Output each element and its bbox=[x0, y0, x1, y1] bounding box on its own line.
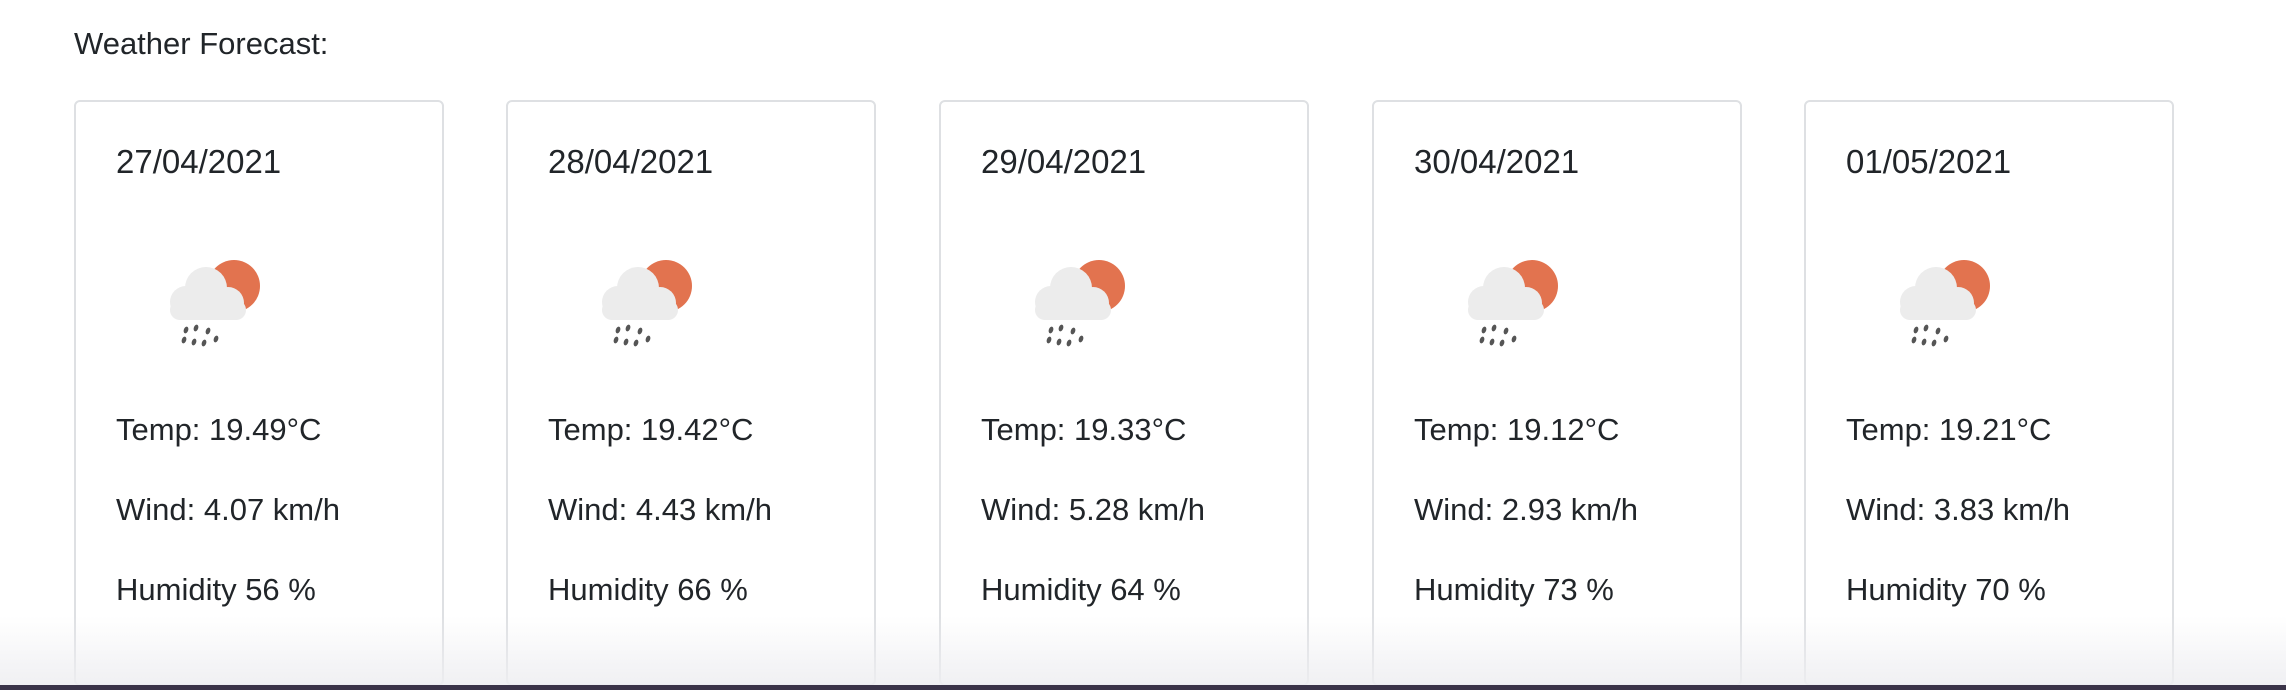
forecast-date: 27/04/2021 bbox=[116, 143, 282, 180]
humidity-text: Humidity 73 % bbox=[1414, 572, 1614, 607]
cloud-sun-rain-icon bbox=[1900, 260, 1990, 347]
temperature-text: Temp: 19.33°C bbox=[981, 412, 1187, 447]
wind-text: Wind: 4.43 km/h bbox=[548, 492, 772, 527]
cloud-sun-rain-icon bbox=[1035, 260, 1125, 347]
forecast-card: 01/05/2021 Temp: 19.21°C Wind: 3.83 km/h… bbox=[1804, 100, 2174, 686]
forecast-date: 29/04/2021 bbox=[981, 143, 1147, 180]
humidity-text: Humidity 56 % bbox=[116, 572, 316, 607]
cloud-sun-rain-icon bbox=[170, 260, 260, 347]
wind-text: Wind: 4.07 km/h bbox=[116, 492, 340, 527]
wind-text: Wind: 3.83 km/h bbox=[1846, 492, 2070, 527]
temperature-text: Temp: 19.21°C bbox=[1846, 412, 2052, 447]
humidity-text: Humidity 70 % bbox=[1846, 572, 2046, 607]
humidity-text: Humidity 66 % bbox=[548, 572, 748, 607]
temperature-text: Temp: 19.42°C bbox=[548, 412, 754, 447]
forecast-date: 01/05/2021 bbox=[1846, 143, 2012, 180]
humidity-text: Humidity 64 % bbox=[981, 572, 1181, 607]
forecast-card: 29/04/2021 Temp: 19.33°C Wind: 5.28 km/h… bbox=[939, 100, 1309, 686]
forecast-card-list: 27/04/2021 Temp: 19.49°C Wind: 4.07 km/h… bbox=[74, 100, 2174, 690]
forecast-date: 28/04/2021 bbox=[548, 143, 714, 180]
forecast-card: 27/04/2021 Temp: 19.49°C Wind: 4.07 km/h… bbox=[74, 100, 444, 686]
temperature-text: Temp: 19.49°C bbox=[116, 412, 322, 447]
window-bottom-edge bbox=[0, 685, 2286, 690]
temperature-text: Temp: 19.12°C bbox=[1414, 412, 1620, 447]
wind-text: Wind: 2.93 km/h bbox=[1414, 492, 1638, 527]
page-heading: Weather Forecast: bbox=[74, 26, 329, 61]
forecast-card: 30/04/2021 Temp: 19.12°C Wind: 2.93 km/h… bbox=[1372, 100, 1742, 686]
cloud-sun-rain-icon bbox=[1468, 260, 1558, 347]
forecast-card: 28/04/2021 Temp: 19.42°C Wind: 4.43 km/h… bbox=[506, 100, 876, 686]
forecast-date: 30/04/2021 bbox=[1414, 143, 1580, 180]
cloud-sun-rain-icon bbox=[602, 260, 692, 347]
wind-text: Wind: 5.28 km/h bbox=[981, 492, 1205, 527]
